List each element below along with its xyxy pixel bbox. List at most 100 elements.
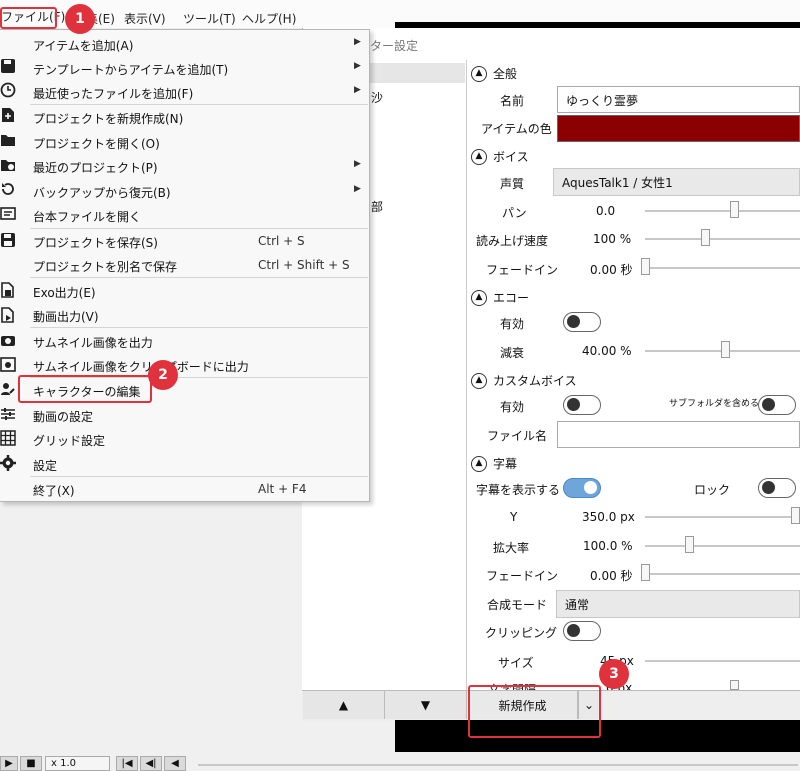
lock-toggle[interactable] — [758, 478, 796, 498]
menu-item-export-thumbnail[interactable]: サムネイル画像を出力 — [0, 329, 368, 353]
menu-item-add-recent-file[interactable]: 最近使ったファイルを追加(F) ▶ — [0, 80, 368, 104]
section-title: エコー — [493, 291, 530, 305]
menu-item-add-item[interactable]: アイテムを追加(A) ▶ — [0, 32, 368, 56]
voice-value: AquesTalk1 / 女性1 — [562, 175, 673, 190]
menu-item-save-project[interactable]: プロジェクトを保存(S) Ctrl + S — [0, 229, 368, 253]
zoom-slider[interactable] — [645, 545, 800, 547]
section-title: 字幕 — [493, 457, 518, 471]
menu-item-add-from-template[interactable]: テンプレートからアイテムを追加(T) ▶ — [0, 56, 368, 80]
menu-item-thumbnail-to-clipboard[interactable]: サムネイル画像をクリップボードに出力 — [0, 353, 368, 377]
zoom-label: 拡大率 — [493, 541, 530, 555]
zoom-slider-thumb[interactable] — [685, 536, 694, 553]
show-subtitle-label: 字幕を表示する — [476, 483, 561, 497]
size-label: サイズ — [498, 656, 534, 670]
spacing-slider-thumb[interactable] — [730, 680, 739, 690]
subtitle-fadein-slider[interactable] — [645, 573, 800, 575]
menu-item-save-project-as[interactable]: プロジェクトを別名で保存 Ctrl + Shift + S — [0, 253, 368, 277]
speed-slider[interactable] — [645, 238, 800, 240]
menu-item-video-settings[interactable]: 動画の設定 — [0, 403, 368, 427]
list-item[interactable]: 部 — [371, 198, 383, 215]
voice-fadein-value: 0.00 秒 — [590, 263, 633, 277]
menu-item-exit[interactable]: 終了(X) Alt + F4 — [0, 477, 368, 501]
section-general[interactable]: ▲ 全般 — [471, 65, 517, 82]
voice-select[interactable]: AquesTalk1 / 女性1 — [553, 168, 800, 196]
subfolder-label: サブフォルダを含める — [669, 399, 760, 409]
menu-view[interactable]: 表示(V) — [124, 10, 166, 27]
y-value: 350.0 px — [582, 510, 635, 524]
skip-start-icon[interactable]: |◀ — [116, 756, 138, 771]
voice-fadein-slider-thumb[interactable] — [641, 258, 650, 275]
move-down-icon: ▼ — [420, 698, 431, 712]
clipping-toggle[interactable] — [563, 621, 601, 641]
timeline-seek-bar[interactable] — [198, 764, 798, 766]
section-echo[interactable]: ▲ エコー — [471, 289, 529, 306]
size-slider[interactable] — [645, 660, 800, 662]
pan-value: 0.0 — [596, 204, 616, 218]
chevron-up-icon[interactable]: ▲ — [471, 65, 487, 82]
file-menu: アイテムを追加(A) ▶ テンプレートからアイテムを追加(T) ▶ 最近使ったファイ… — [0, 29, 370, 502]
menu-item-recent-projects[interactable]: 最近のプロジェクト(P) ▶ — [0, 154, 368, 178]
menu-help[interactable]: ヘルプ(H) — [242, 10, 296, 27]
name-field[interactable]: ゆっくり霊夢 — [557, 86, 800, 113]
custom-voice-enabled-toggle[interactable] — [563, 395, 601, 415]
menu-item-video-export[interactable]: 動画出力(V) — [0, 303, 368, 327]
menu-item-grid-settings[interactable]: グリッド設定 — [0, 427, 368, 451]
voice-fadein-slider[interactable] — [645, 267, 800, 269]
menu-item-new-project[interactable]: プロジェクトを新規作成(N) — [0, 105, 368, 129]
prev-frame-icon[interactable]: ◀ — [164, 756, 186, 771]
submenu-arrow-icon: ▶ — [354, 37, 361, 47]
step-back-icon[interactable]: ◀| — [140, 756, 162, 771]
lock-label: ロック — [694, 483, 731, 497]
chevron-up-icon[interactable]: ▲ — [471, 289, 487, 306]
menu-item-open-project[interactable]: プロジェクトを開く(O) — [0, 130, 368, 154]
item-color-label: アイテムの色 — [481, 122, 552, 136]
menu-item-open-script[interactable]: 台本ファイルを開く — [0, 203, 368, 227]
move-down-button[interactable]: ▼ — [385, 691, 467, 719]
echo-enabled-toggle[interactable] — [563, 312, 601, 332]
section-title: 全般 — [493, 67, 518, 81]
file-name-field[interactable] — [557, 421, 800, 448]
name-label: 名前 — [500, 94, 525, 108]
playback-speed-select[interactable]: x 1.0 — [45, 756, 110, 771]
section-subtitle[interactable]: ▲ 字幕 — [471, 455, 517, 472]
highlight-file-menu — [0, 7, 57, 29]
play-icon[interactable]: ▶ — [0, 756, 18, 771]
menu-item-restore-backup[interactable]: バックアップから復元(B) ▶ — [0, 179, 368, 203]
file-name-label: ファイル名 — [487, 429, 548, 443]
dialog-title: ター設定 — [370, 39, 419, 53]
list-item[interactable]: 沙 — [371, 89, 383, 106]
echo-decay-slider-thumb[interactable] — [721, 341, 730, 358]
submenu-arrow-icon: ▶ — [354, 85, 361, 95]
show-subtitle-toggle[interactable] — [563, 478, 601, 498]
pan-slider[interactable] — [645, 210, 800, 212]
blend-mode-select[interactable]: 通常 — [556, 590, 800, 618]
echo-enabled-label: 有効 — [500, 317, 525, 331]
chevron-up-icon[interactable]: ▲ — [471, 372, 487, 389]
pan-slider-thumb[interactable] — [730, 201, 739, 218]
submenu-arrow-icon: ▶ — [354, 159, 361, 169]
move-up-button[interactable]: ▲ — [303, 691, 385, 719]
subtitle-fadein-slider-thumb[interactable] — [641, 564, 650, 581]
menu-tools[interactable]: ツール(T) — [183, 10, 236, 27]
playback-speed-value: x 1.0 — [51, 758, 76, 769]
custom-voice-enabled-label: 有効 — [500, 400, 525, 414]
speed-slider-thumb[interactable] — [701, 229, 710, 246]
y-slider-thumb[interactable] — [791, 507, 800, 524]
item-color-swatch[interactable] — [557, 115, 800, 142]
menu-item-settings[interactable]: 設定 — [0, 452, 368, 476]
clipping-label: クリッピング — [485, 626, 558, 640]
blend-mode-label: 合成モード — [487, 598, 548, 612]
highlight-edit-characters — [18, 375, 152, 403]
chevron-up-icon[interactable]: ▲ — [471, 148, 487, 165]
pan-label: パン — [502, 206, 527, 220]
name-value: ゆっくり霊夢 — [566, 94, 639, 108]
y-slider[interactable] — [645, 516, 800, 518]
section-voice[interactable]: ▲ ボイス — [471, 148, 529, 165]
stop-icon[interactable]: ■ — [20, 756, 42, 771]
chevron-up-icon[interactable]: ▲ — [471, 455, 487, 472]
step-badge-1: 1 — [65, 4, 95, 34]
menu-separator — [30, 277, 368, 278]
section-custom-voice[interactable]: ▲ カスタムボイス — [471, 372, 577, 389]
menu-item-exo-export[interactable]: Exo出力(E) — [0, 279, 368, 303]
subfolder-toggle[interactable] — [758, 395, 796, 415]
